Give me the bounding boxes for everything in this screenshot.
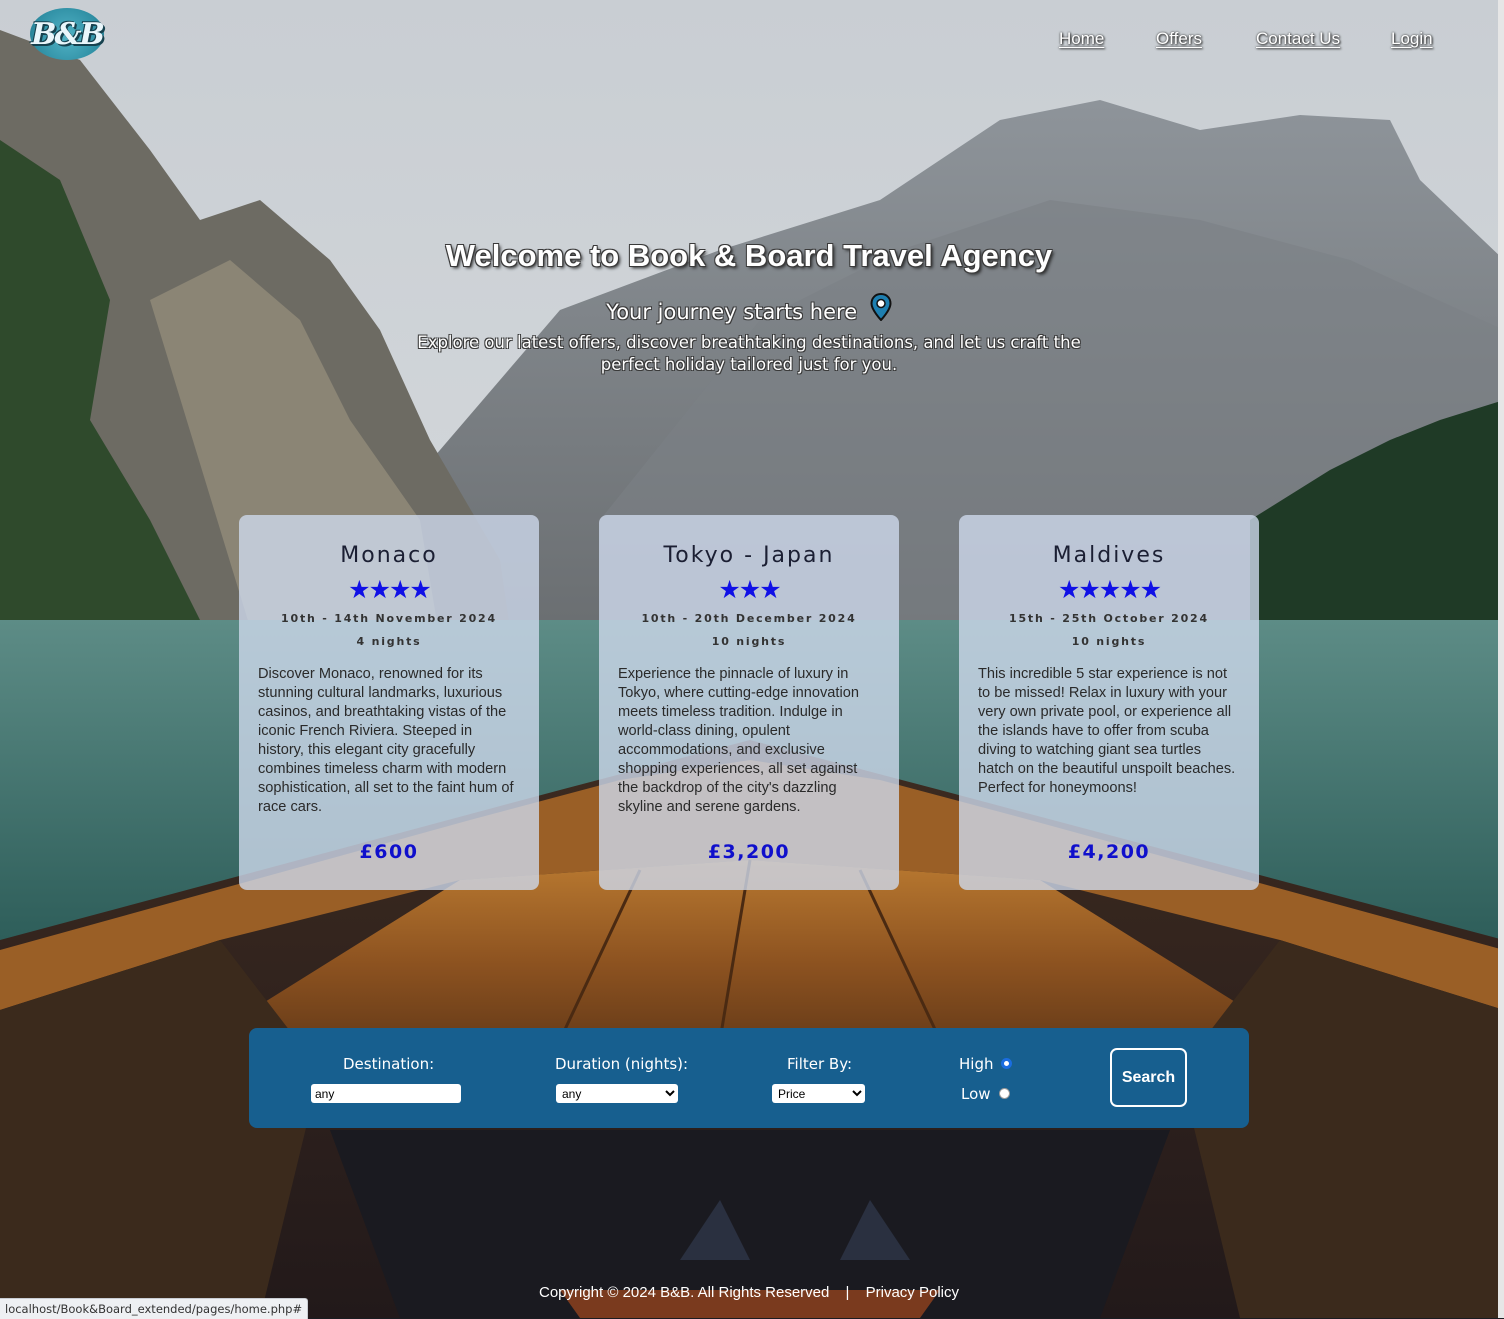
offer-card-monaco[interactable]: Monaco ★★★★ 10th - 14th November 2024 4 … [239, 515, 539, 890]
offer-nights: 10 nights [711, 635, 787, 648]
privacy-policy-link[interactable]: Privacy Policy [866, 1284, 959, 1301]
nav-login-link[interactable]: Login [1391, 29, 1433, 49]
duration-select[interactable]: any [556, 1084, 678, 1103]
low-label: Low [961, 1085, 991, 1103]
hero-subtitle-text: Your journey starts here [606, 300, 858, 324]
filter-select[interactable]: Price [772, 1084, 865, 1103]
offer-title: Maldives [1052, 543, 1166, 568]
offer-price: £600 [359, 841, 419, 863]
offer-description: Discover Monaco, renowned for its stunni… [258, 666, 514, 815]
offer-nights: 10 nights [1071, 635, 1147, 648]
offer-description: Experience the pinnacle of luxury in Tok… [618, 666, 859, 815]
search-button[interactable]: Search [1110, 1048, 1187, 1107]
offer-title: Monaco [340, 543, 438, 568]
low-radio[interactable] [999, 1088, 1010, 1099]
offer-description: This incredible 5 star experience is not… [978, 666, 1236, 796]
hero-description: Explore our latest offers, discover brea… [417, 333, 1081, 374]
star-rating-icon: ★★★★★ [1057, 575, 1162, 604]
destination-label: Destination: [343, 1055, 435, 1073]
offer-dates: 10th - 14th November 2024 [281, 612, 497, 625]
location-pin-icon [870, 292, 892, 326]
nav-offers-link[interactable]: Offers [1156, 29, 1202, 49]
offer-price: £3,200 [707, 841, 791, 863]
nav-home-link[interactable]: Home [1059, 29, 1104, 49]
nav-contact-link[interactable]: Contact Us [1256, 29, 1340, 49]
destination-input[interactable] [311, 1084, 461, 1103]
offer-price: £4,200 [1067, 841, 1151, 863]
offer-dates: 15th - 25th October 2024 [1009, 612, 1209, 625]
duration-label: Duration (nights): [555, 1055, 689, 1073]
high-label: High [959, 1055, 994, 1073]
site-logo[interactable]: B&B [30, 8, 105, 60]
high-radio[interactable] [1001, 1058, 1012, 1069]
copyright-text: Copyright © 2024 B&B. All Rights Reserve… [539, 1284, 830, 1301]
search-form: Destination: Duration (nights): any Filt… [249, 1028, 1249, 1128]
hero-title: Welcome to Book & Board Travel Agency [445, 238, 1053, 273]
offer-card-tokyo[interactable]: Tokyo - Japan ★★★ 10th - 20th December 2… [599, 515, 899, 890]
footer-separator: | [845, 1284, 850, 1301]
status-bar-url: localhost/Book&Board_extended/pages/home… [0, 1298, 309, 1319]
star-rating-icon: ★★★ [718, 575, 781, 604]
offer-title: Tokyo - Japan [663, 543, 835, 568]
offer-dates: 10th - 20th December 2024 [641, 612, 857, 625]
star-rating-icon: ★★★★ [348, 575, 432, 604]
hero-subtitle: Your journey starts here [0, 292, 1498, 326]
window-edge [1498, 0, 1504, 1318]
offer-nights: 4 nights [356, 635, 422, 648]
offer-card-maldives[interactable]: Maldives ★★★★★ 15th - 25th October 2024 … [959, 515, 1259, 890]
filter-label: Filter By: [787, 1055, 853, 1073]
